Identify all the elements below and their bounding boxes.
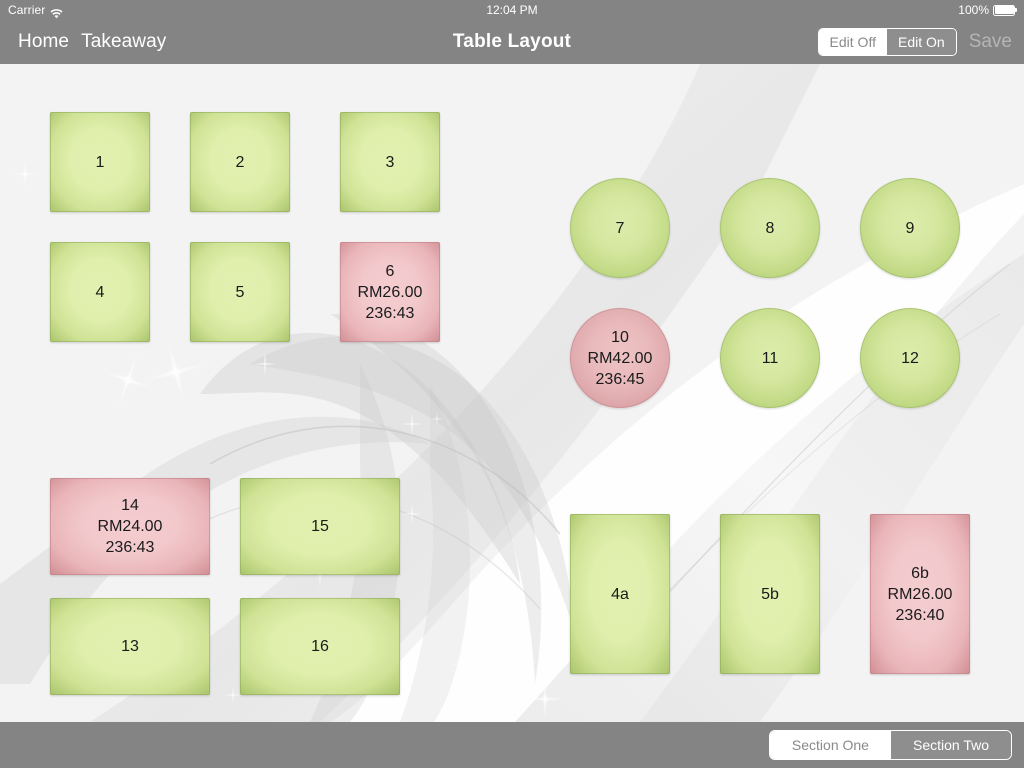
table-label: 10 RM42.00 236:45 — [587, 328, 653, 388]
table-label: 5 — [235, 283, 245, 301]
table-12[interactable]: 12 — [860, 308, 960, 408]
table-4a[interactable]: 4a — [570, 514, 670, 674]
table-5[interactable]: 5 — [190, 242, 290, 342]
status-bar-clock: 12:04 PM — [486, 3, 538, 17]
table-3[interactable]: 3 — [340, 112, 440, 212]
status-bar-right: 100% — [958, 0, 1017, 20]
table-label: 1 — [95, 153, 105, 171]
section-one-segment[interactable]: Section One — [769, 731, 891, 759]
table-label: 11 — [761, 349, 779, 367]
table-label: 12 — [901, 349, 919, 367]
edit-off-segment[interactable]: Edit Off — [818, 29, 887, 55]
edit-mode-segmented-control[interactable]: Edit Off Edit On — [817, 28, 957, 56]
home-button[interactable]: Home — [18, 31, 69, 53]
table-label: 15 — [311, 518, 329, 535]
section-segmented-control[interactable]: Section One Section Two — [768, 730, 1012, 760]
bottom-toolbar: Section One Section Two — [0, 722, 1024, 768]
table-6b[interactable]: 6b RM26.00 236:40 — [870, 514, 970, 674]
battery-full-icon — [993, 4, 1017, 16]
table-label: 4a — [611, 585, 629, 603]
table-7[interactable]: 7 — [570, 178, 670, 278]
navigation-bar-right: Edit Off Edit On Save — [817, 20, 1012, 64]
table-4[interactable]: 4 — [50, 242, 150, 342]
navigation-bar: Home Takeaway Table Layout Edit Off Edit… — [0, 20, 1024, 64]
table-14[interactable]: 14 RM24.00 236:43 — [50, 478, 210, 575]
table-label: 4 — [95, 283, 105, 301]
table-15[interactable]: 15 — [240, 478, 400, 575]
takeaway-button[interactable]: Takeaway — [81, 31, 166, 53]
table-label: 8 — [765, 219, 775, 237]
table-16[interactable]: 16 — [240, 598, 400, 695]
table-label: 5b — [761, 585, 779, 603]
bottom-toolbar-right: Section One Section Two — [768, 722, 1012, 768]
save-button[interactable]: Save — [969, 31, 1012, 53]
table-9[interactable]: 9 — [860, 178, 960, 278]
battery-percent-label: 100% — [958, 3, 989, 17]
table-label: 9 — [905, 219, 915, 237]
table-6[interactable]: 6 RM26.00 236:43 — [340, 242, 440, 342]
table-label: 2 — [235, 153, 245, 171]
table-label: 14 RM24.00 236:43 — [97, 497, 163, 556]
table-label: 16 — [311, 638, 329, 655]
table-11[interactable]: 11 — [720, 308, 820, 408]
table-1[interactable]: 1 — [50, 112, 150, 212]
table-layout-canvas: 123456 RM26.00 236:43 7 8 9 10 RM42.00 236:4… — [0, 64, 1024, 722]
table-label: 6b RM26.00 236:40 — [887, 564, 953, 624]
table-8[interactable]: 8 — [720, 178, 820, 278]
table-label: 7 — [615, 219, 625, 237]
navigation-bar-left: Home Takeaway — [18, 20, 166, 64]
edit-on-segment[interactable]: Edit On — [886, 29, 956, 55]
table-label: 3 — [385, 153, 395, 171]
table-label: 6 RM26.00 236:43 — [357, 262, 423, 322]
table-label: 13 — [121, 638, 139, 655]
table-13[interactable]: 13 — [50, 598, 210, 695]
status-bar: Carrier 12:04 PM 100% — [0, 0, 1024, 20]
table-2[interactable]: 2 — [190, 112, 290, 212]
table-5b[interactable]: 5b — [720, 514, 820, 674]
table-10[interactable]: 10 RM42.00 236:45 — [570, 308, 670, 408]
table-layout-screen: Carrier 12:04 PM 100% Home Takeaway Tabl… — [0, 0, 1024, 768]
section-two-segment[interactable]: Section Two — [890, 731, 1011, 759]
